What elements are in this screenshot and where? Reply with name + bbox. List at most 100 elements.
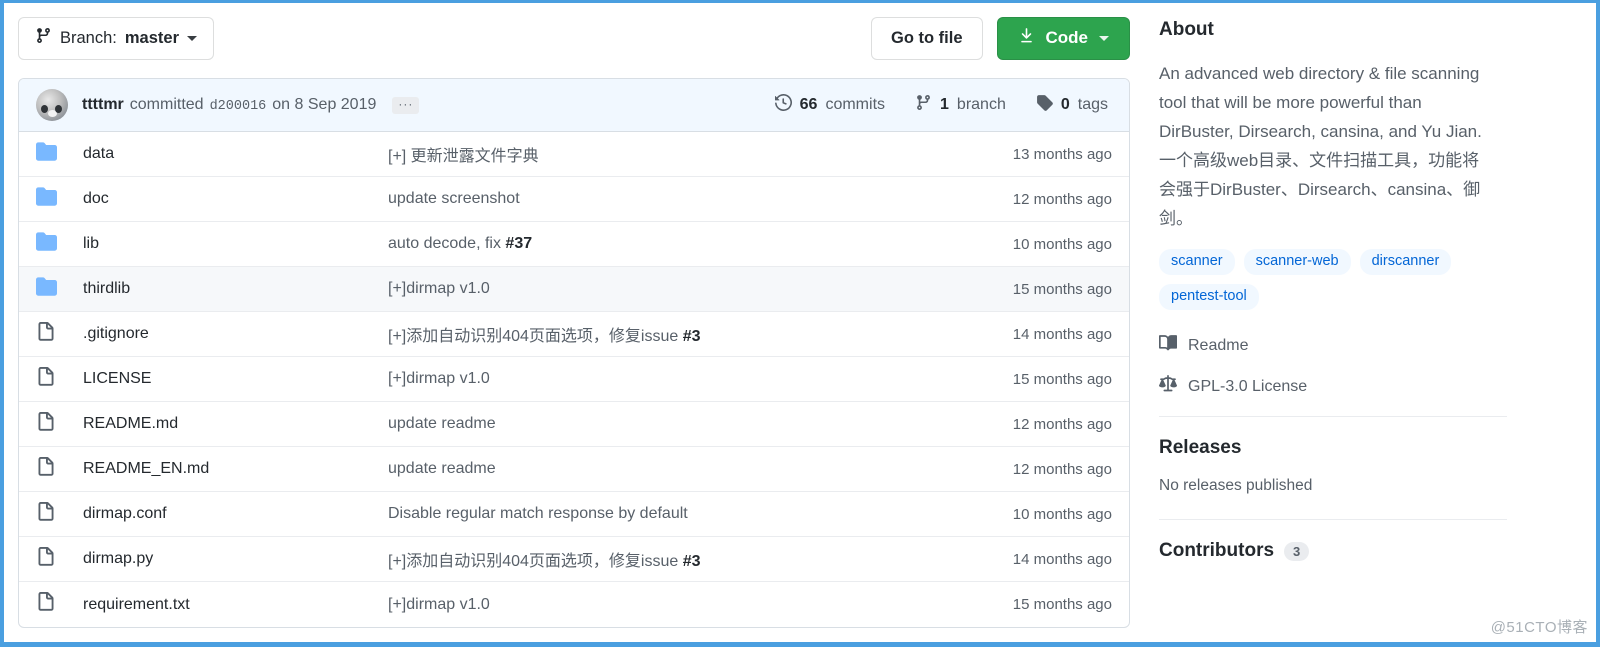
watermark: @51CTO博客 [1490, 619, 1588, 636]
folder-icon [36, 231, 57, 257]
file-name[interactable]: dirmap.py [83, 550, 388, 568]
commit-message[interactable]: auto decode, fix #37 [388, 235, 962, 253]
sidebar-divider [1159, 416, 1507, 417]
file-icon [36, 592, 56, 617]
tag-icon [1036, 94, 1053, 116]
book-icon [1159, 334, 1178, 357]
file-name[interactable]: lib [83, 235, 388, 253]
branch-prefix-label: Branch: [60, 28, 117, 47]
table-row[interactable]: thirdlib [+]dirmap v1.0 15 months ago [19, 267, 1129, 312]
code-button-label: Code [1045, 28, 1089, 47]
file-name[interactable]: LICENSE [83, 370, 388, 388]
code-button[interactable]: Code [996, 16, 1130, 60]
releases-empty-text: No releases published [1159, 477, 1313, 494]
chevron-down-icon [187, 35, 197, 41]
branches-label: branch [956, 96, 1006, 113]
branch-icon [915, 94, 932, 116]
file-name[interactable]: dirmap.conf [83, 505, 388, 523]
file-name[interactable]: thirdlib [83, 280, 388, 298]
branch-selector-button[interactable]: Branch: master [18, 16, 214, 60]
branch-name-label: master [124, 28, 179, 47]
last-commit-age: 12 months ago [1012, 190, 1112, 208]
branches-stat[interactable]: 1 branch [915, 94, 1006, 116]
law-icon [1159, 375, 1177, 398]
last-commit-age: 15 months ago [1012, 596, 1112, 613]
file-name[interactable]: data [83, 145, 388, 163]
commits-stat[interactable]: 66 commits [774, 93, 886, 116]
readme-link[interactable]: Readme [1159, 334, 1556, 357]
last-commit-age: 13 months ago [1012, 145, 1112, 163]
table-row[interactable]: data [+] 更新泄露文件字典 13 months ago [19, 132, 1129, 177]
topic-tag-list: scanner scanner-web dirscanner pentest-tool [1159, 249, 1499, 310]
main-content-column: Branch: master Go to file Code ttttmr co… [4, 3, 1144, 641]
commit-message[interactable]: [+] 更新泄露文件字典 [388, 142, 962, 166]
tags-stat[interactable]: 0 tags [1036, 94, 1108, 116]
last-commit-age: 10 months ago [1012, 235, 1112, 253]
commit-message[interactable]: [+]添加自动识别404页面选项，修复issue #3 [388, 547, 962, 571]
readme-label: Readme [1188, 336, 1249, 354]
commit-author[interactable]: ttttmr [82, 96, 124, 114]
about-description: An advanced web directory & file scannin… [1159, 64, 1482, 228]
commit-message[interactable]: [+]dirmap v1.0 [388, 280, 962, 298]
license-link[interactable]: GPL-3.0 License [1159, 375, 1556, 398]
file-icon [36, 366, 56, 392]
file-listing-box: ttttmr committed d200016 on 8 Sep 2019 ·… [18, 78, 1130, 628]
topic-tag[interactable]: pentest-tool [1159, 284, 1259, 310]
latest-commit-bar: ttttmr committed d200016 on 8 Sep 2019 ·… [19, 79, 1129, 132]
last-commit-age: 14 months ago [1012, 325, 1112, 343]
commit-message[interactable]: update readme [388, 460, 962, 478]
row-icon-cell [36, 231, 83, 257]
folder-icon [36, 276, 57, 302]
table-row[interactable]: doc update screenshot 12 months ago [19, 177, 1129, 222]
row-icon-cell [36, 592, 83, 617]
file-name[interactable]: .gitignore [83, 325, 388, 343]
table-row[interactable]: dirmap.py [+]添加自动识别404页面选项，修复issue #3 14 m… [19, 537, 1129, 582]
last-commit-age: 14 months ago [1012, 550, 1112, 568]
table-row[interactable]: dirmap.conf Disable regular match respons… [19, 492, 1129, 537]
about-heading: About [1159, 19, 1214, 40]
file-rows: data [+] 更新泄露文件字典 13 months ago doc update s… [19, 132, 1129, 627]
table-row[interactable]: README_EN.md update readme 12 months ago [19, 447, 1129, 492]
file-name[interactable]: README_EN.md [83, 460, 388, 478]
last-commit-age: 10 months ago [1012, 505, 1112, 523]
history-icon [774, 93, 792, 116]
go-to-file-button[interactable]: Go to file [871, 16, 983, 60]
repo-stats: 66 commits 1 branch 0 tags [774, 93, 1112, 116]
folder-icon [36, 141, 57, 167]
commit-expand-button[interactable]: ··· [392, 96, 420, 114]
table-row[interactable]: requirement.txt [+]dirmap v1.0 15 months a… [19, 582, 1129, 627]
topic-tag[interactable]: scanner-web [1243, 249, 1351, 275]
sidebar-divider-2 [1159, 519, 1507, 520]
commits-label: commits [825, 96, 886, 113]
repo-toolbar: Branch: master Go to file Code [18, 16, 1130, 60]
row-icon-cell [36, 366, 83, 392]
table-row[interactable]: .gitignore [+]添加自动识别404页面选项，修复issue #3 14 … [19, 312, 1129, 357]
commit-message[interactable]: [+]dirmap v1.0 [388, 370, 962, 388]
tags-label: tags [1077, 96, 1108, 113]
table-row[interactable]: lib auto decode, fix #37 10 months ago [19, 222, 1129, 267]
file-name[interactable]: doc [83, 190, 388, 208]
commit-message[interactable]: [+]dirmap v1.0 [388, 596, 962, 614]
file-name[interactable]: requirement.txt [83, 596, 388, 614]
table-row[interactable]: README.md update readme 12 months ago [19, 402, 1129, 447]
topic-tag[interactable]: scanner [1159, 249, 1235, 275]
repository-page: Branch: master Go to file Code ttttmr co… [4, 3, 1596, 641]
topic-tag[interactable]: dirscanner [1359, 249, 1452, 275]
about-sidebar: About An advanced web directory & file s… [1144, 3, 1596, 641]
file-icon [36, 546, 56, 572]
file-name[interactable]: README.md [83, 415, 388, 433]
contributors-count-badge: 3 [1284, 541, 1310, 561]
commit-sha[interactable]: d200016 [210, 99, 267, 114]
toolbar-right-buttons: Go to file Code [871, 16, 1130, 60]
last-commit-age: 12 months ago [1012, 460, 1112, 478]
contributors-label: Contributors [1159, 540, 1275, 561]
row-icon-cell [36, 501, 83, 527]
commit-verb: committed [129, 96, 204, 113]
branch-icon [35, 27, 52, 49]
commit-message[interactable]: update screenshot [388, 190, 962, 208]
row-icon-cell [36, 321, 83, 347]
table-row[interactable]: LICENSE [+]dirmap v1.0 15 months ago [19, 357, 1129, 402]
commit-message[interactable]: Disable regular match response by defaul… [388, 505, 962, 523]
commit-message[interactable]: update readme [388, 415, 962, 433]
commit-message[interactable]: [+]添加自动识别404页面选项，修复issue #3 [388, 322, 962, 346]
